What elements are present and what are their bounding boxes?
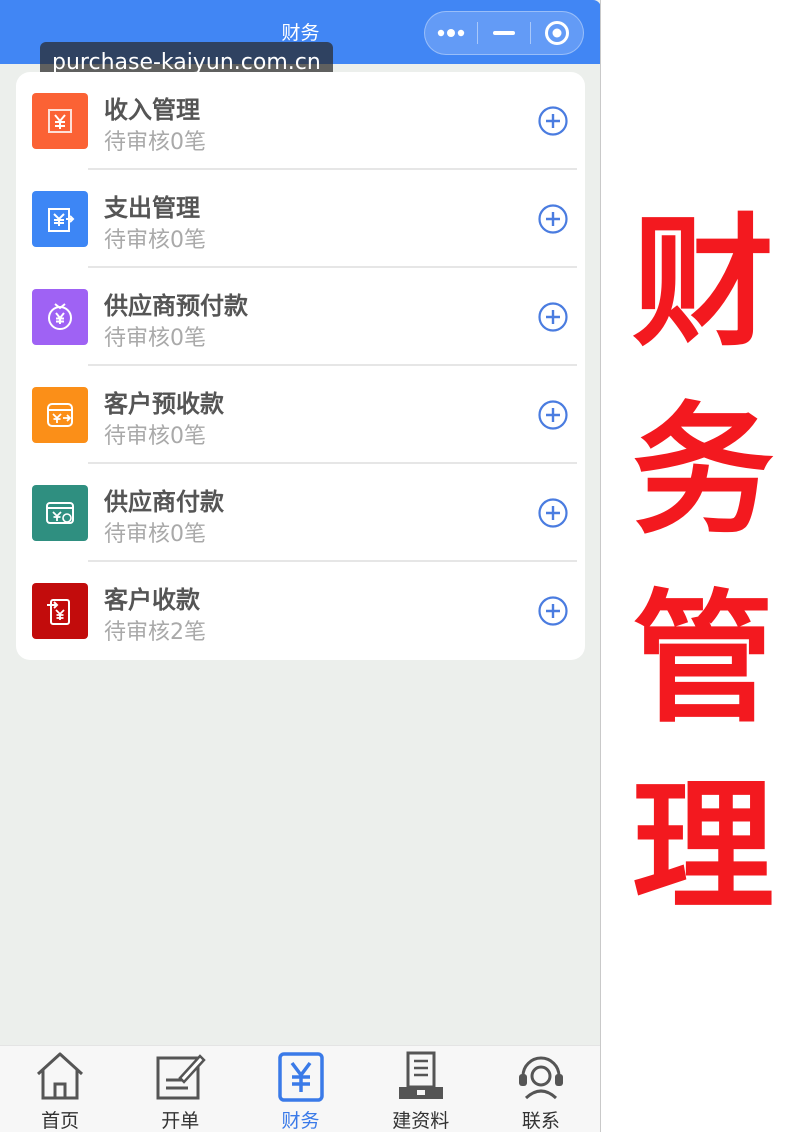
archive-icon	[393, 1050, 449, 1102]
target-close-icon[interactable]	[531, 12, 583, 54]
add-circle-icon[interactable]	[538, 106, 568, 136]
list-item-supplier-prepayment[interactable]: 供应商预付款 待审核0笔	[16, 268, 585, 366]
tab-label: 开单	[161, 1110, 200, 1132]
item-title: 收入管理	[104, 96, 200, 124]
item-pending-count: 待审核0笔	[104, 424, 206, 449]
customer-advance-icon	[32, 387, 88, 443]
banner-char: 理	[632, 765, 774, 930]
item-pending-count: 待审核0笔	[104, 522, 206, 547]
banner-char: 管	[632, 577, 774, 742]
tab-label: 财务	[281, 1110, 320, 1132]
tab-home[interactable]: 首页	[0, 1046, 120, 1132]
customer-receipt-icon	[32, 583, 88, 639]
list-item-supplier-payment[interactable]: 供应商付款 待审核0笔	[16, 464, 585, 562]
item-title: 供应商付款	[104, 488, 224, 516]
home-icon	[32, 1050, 88, 1102]
tab-archive[interactable]: 建资料	[361, 1046, 481, 1132]
expense-icon	[32, 191, 88, 247]
add-circle-icon[interactable]	[538, 204, 568, 234]
item-pending-count: 待审核0笔	[104, 228, 206, 253]
create-order-icon	[152, 1050, 208, 1102]
add-circle-icon[interactable]	[538, 498, 568, 528]
add-circle-icon[interactable]	[538, 302, 568, 332]
tab-label: 建资料	[392, 1110, 450, 1132]
income-icon	[32, 93, 88, 149]
banner-char: 财	[632, 201, 774, 366]
minimize-icon[interactable]	[478, 12, 530, 54]
tab-label: 联系	[521, 1110, 560, 1132]
list-item-income[interactable]: 收入管理 待审核0笔	[16, 72, 585, 170]
item-pending-count: 待审核0笔	[104, 326, 206, 351]
banner-char: 务	[632, 389, 774, 554]
add-circle-icon[interactable]	[538, 596, 568, 626]
item-title: 客户收款	[104, 586, 200, 614]
supplier-prepayment-icon	[32, 289, 88, 345]
list-item-expense[interactable]: 支出管理 待审核0笔	[16, 170, 585, 268]
item-pending-count: 待审核2笔	[104, 620, 206, 645]
more-dots-icon[interactable]	[425, 12, 477, 54]
tab-label: 首页	[41, 1110, 80, 1132]
add-circle-icon[interactable]	[538, 400, 568, 430]
item-title: 支出管理	[104, 194, 200, 222]
finance-yen-icon	[273, 1050, 329, 1102]
tab-create-order[interactable]: 开单	[120, 1046, 240, 1132]
phone-screen: 财务 purchase-kaiyun.com.cn 收入管理 待审核0笔 支出管…	[0, 0, 601, 1132]
item-pending-count: 待审核0笔	[104, 130, 206, 155]
page: 财务 purchase-kaiyun.com.cn 收入管理 待审核0笔 支出管…	[0, 0, 800, 1132]
tab-finance[interactable]: 财务	[240, 1046, 360, 1132]
finance-menu-list: 收入管理 待审核0笔 支出管理 待审核0笔 供应商预付款 待审核0笔 客户预收款…	[16, 72, 585, 660]
item-title: 供应商预付款	[104, 292, 248, 320]
supplier-payment-icon	[32, 485, 88, 541]
customer-service-icon	[513, 1050, 569, 1102]
item-title: 客户预收款	[104, 390, 224, 418]
mini-program-capsule	[424, 11, 584, 55]
list-item-customer-advance[interactable]: 客户预收款 待审核0笔	[16, 366, 585, 464]
tab-contact[interactable]: 联系	[481, 1046, 600, 1132]
list-item-customer-receipt[interactable]: 客户收款 待审核2笔	[16, 562, 585, 660]
bottom-tab-bar: 首页 开单 财务 建资料 联系	[0, 1045, 600, 1132]
promo-banner: 财 务 管 理	[628, 190, 778, 930]
